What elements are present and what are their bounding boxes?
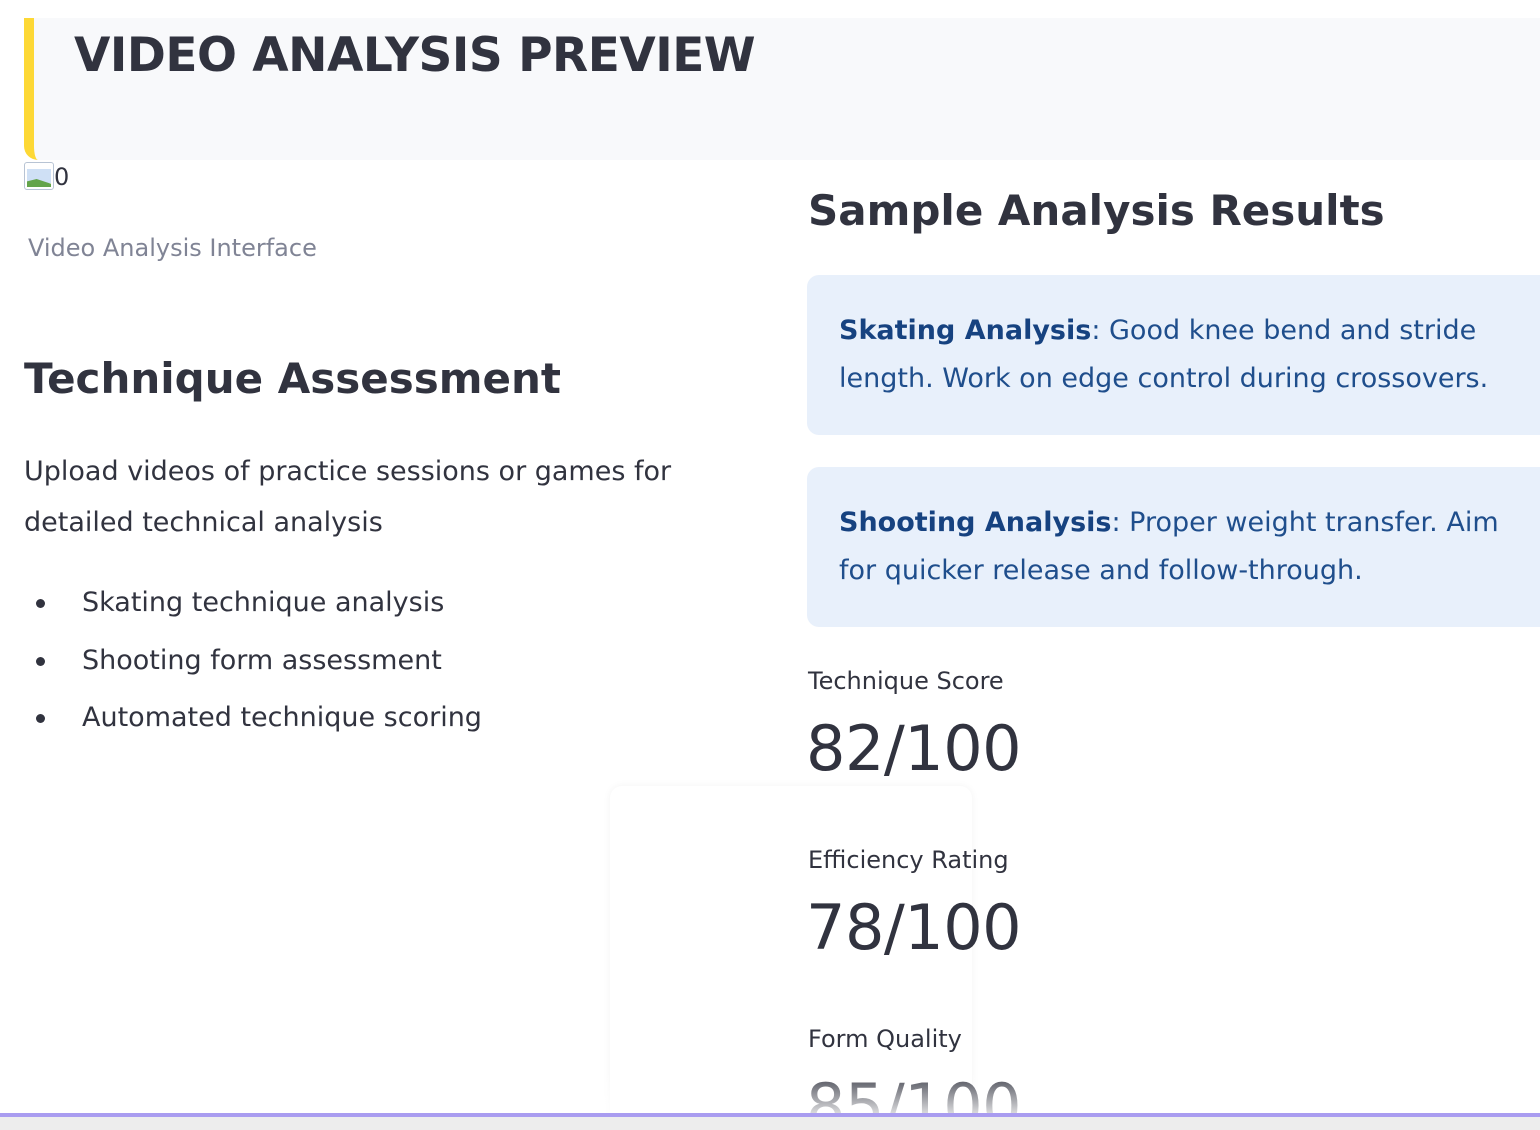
bullet-icon	[36, 656, 45, 666]
list-item: Automated technique scoring	[24, 693, 482, 751]
video-analysis-image: 0	[24, 162, 69, 192]
feature-list: Skating technique analysis Shooting form…	[24, 578, 482, 751]
metric-label-technique-score: Technique Score	[808, 667, 1004, 695]
metric-value-technique-score: 82/100	[806, 712, 1022, 785]
feature-label: Automated technique scoring	[82, 702, 482, 733]
metric-value-efficiency-rating: 78/100	[806, 891, 1022, 964]
skating-analysis-alert: Skating Analysis: Good knee bend and str…	[807, 275, 1540, 435]
feature-label: Skating technique analysis	[82, 587, 445, 618]
metric-label-efficiency-rating: Efficiency Rating	[808, 846, 1009, 874]
results-heading: Sample Analysis Results	[808, 186, 1385, 235]
list-item: Shooting form assessment	[24, 636, 482, 694]
broken-image-icon	[24, 162, 54, 192]
bullet-icon	[36, 714, 45, 723]
alert-label: Skating Analysis	[839, 315, 1092, 346]
bottom-bar	[0, 1117, 1540, 1130]
alert-label: Shooting Analysis	[839, 507, 1112, 538]
header-banner: VIDEO ANALYSIS PREVIEW	[24, 18, 1540, 160]
metric-label-form-quality: Form Quality	[808, 1025, 962, 1053]
list-item: Skating technique analysis	[24, 578, 482, 636]
technique-description: Upload videos of practice sessions or ga…	[24, 456, 672, 538]
bullet-icon	[36, 599, 45, 608]
feature-label: Shooting form assessment	[82, 644, 442, 676]
page: VIDEO ANALYSIS PREVIEW 0 Video Analysis …	[0, 0, 1540, 1130]
page-title: VIDEO ANALYSIS PREVIEW	[74, 28, 756, 83]
image-alt-text: 0	[54, 163, 70, 191]
image-caption: Video Analysis Interface	[28, 234, 317, 262]
shooting-analysis-alert: Shooting Analysis: Proper weight transfe…	[807, 467, 1540, 627]
technique-heading: Technique Assessment	[24, 354, 561, 403]
